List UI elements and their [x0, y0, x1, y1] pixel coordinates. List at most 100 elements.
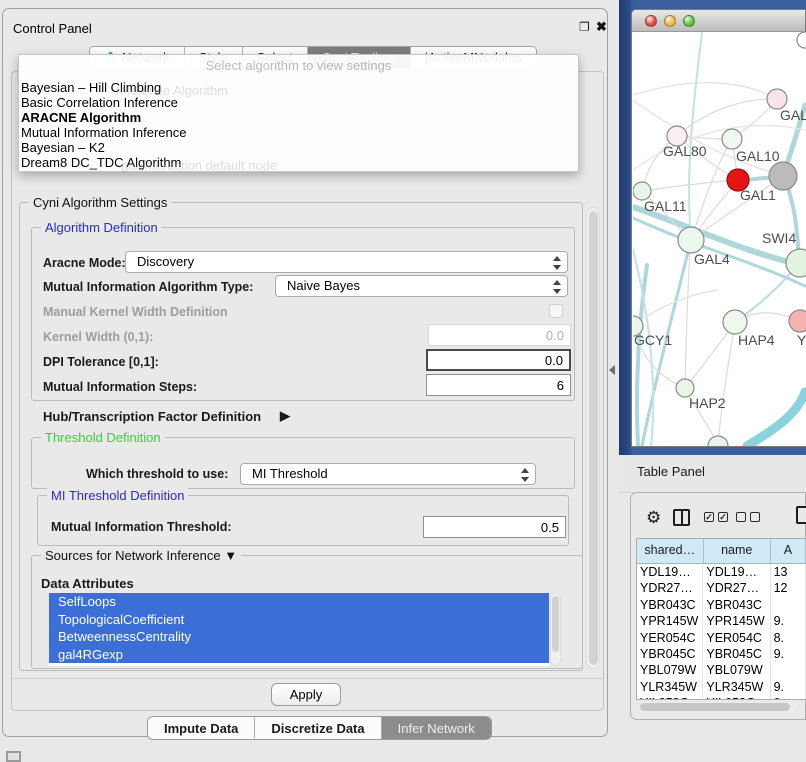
table-cell: YER054C — [703, 630, 770, 646]
table-cell: YBR043C — [637, 597, 703, 613]
tab-infer-network[interactable]: Infer Network — [382, 717, 491, 739]
tab-label: Discretize Data — [271, 721, 364, 736]
algorithm-option-aracne-algorithm[interactable]: ARACNE Algorithm — [21, 110, 571, 125]
combo-arrows-icon — [553, 279, 561, 295]
zoom-traffic-light-icon[interactable] — [683, 15, 695, 27]
aracne-mode-combo[interactable]: Discovery — [125, 251, 568, 273]
columns-icon[interactable] — [673, 509, 690, 526]
table-row[interactable]: YDR27…YDR27…12 — [637, 580, 806, 596]
network-node[interactable] — [767, 89, 787, 109]
table-row[interactable]: YER054CYER054C8. — [637, 630, 806, 646]
table-cell: YLR345W — [703, 679, 770, 695]
close-traffic-light-icon[interactable] — [645, 15, 657, 27]
unchecked-checkbox-icon[interactable] — [750, 512, 760, 522]
which-threshold-combo[interactable]: MI Threshold — [240, 463, 536, 485]
kernel-width-field[interactable] — [428, 324, 571, 346]
network-node[interactable] — [722, 129, 742, 149]
checked-checkbox-icon[interactable]: ✓ — [704, 512, 714, 522]
table-cell: YPR145W — [637, 613, 703, 629]
table-row[interactable]: YPR145WYPR145W9. — [637, 613, 806, 629]
group-title: Algorithm Definition — [41, 220, 162, 235]
table-row[interactable]: YIL052CYIL052C9. — [637, 695, 806, 700]
data-attribute-gal4rgexp[interactable]: gal4RGexp — [49, 646, 549, 664]
tab-discretize-data[interactable]: Discretize Data — [255, 717, 381, 739]
table-cell — [771, 597, 806, 613]
hub-expand-arrow-icon[interactable]: ▶ — [280, 408, 290, 424]
table-cell — [771, 662, 806, 678]
network-node[interactable] — [723, 310, 747, 334]
node-label-hap2: HAP2 — [689, 395, 726, 411]
table-cell: 12 — [771, 580, 806, 596]
network-canvas[interactable]: GALGAL80GAL10GAL1GAL11GAL4SWI4GCY1HAP4YH… — [633, 32, 806, 446]
panel-splitter-handle[interactable] — [609, 365, 615, 375]
table-cell: 9. — [771, 695, 806, 700]
dpi-tolerance-field[interactable] — [426, 349, 571, 371]
hub-definition-label[interactable]: Hub/Transcription Factor Definition — [43, 409, 261, 424]
float-window-icon[interactable]: ❐ — [579, 20, 590, 34]
network-edge[interactable] — [633, 83, 777, 99]
table-cell: YDL19… — [703, 564, 770, 580]
algorithm-option-basic-correlation-inference[interactable]: Basic Correlation Inference — [21, 95, 571, 110]
data-attribute-selfloops[interactable]: SelfLoops — [49, 593, 549, 611]
close-icon[interactable]: ✖ — [596, 19, 607, 35]
gear-icon[interactable]: ⚙ — [646, 508, 661, 528]
tab-impute-data[interactable]: Impute Data — [148, 717, 255, 739]
manual-kernel-checkbox[interactable] — [549, 304, 563, 318]
bottom-tabbar: Impute Data Discretize Data Infer Network — [147, 716, 492, 740]
apply-button[interactable]: Apply — [271, 683, 341, 706]
mi-threshold-field[interactable] — [423, 516, 566, 538]
network-node[interactable] — [708, 436, 728, 446]
algorithm-option-dream8-dc-tdc-algorithm[interactable]: Dream8 DC_TDC Algorithm — [21, 155, 571, 170]
data-attribute-topologicalcoefficient[interactable]: TopologicalCoefficient — [49, 611, 549, 629]
node-table: shared…nameA YDL19…YDL19…13YDR27…YDR27…1… — [636, 538, 806, 700]
column-header-shared[interactable]: shared… — [637, 539, 704, 563]
table-cell: YBL079W — [703, 662, 770, 678]
table-cell: YIL052C — [637, 695, 703, 700]
algorithm-option-bayesian-k2[interactable]: Bayesian – K2 — [21, 140, 571, 155]
network-node[interactable] — [769, 162, 797, 190]
panel-dock-icon[interactable] — [6, 751, 21, 762]
table-cell: YBR043C — [703, 597, 770, 613]
document-icon[interactable] — [796, 506, 806, 524]
table-row[interactable]: YBL079WYBL079W — [637, 662, 806, 678]
network-node[interactable] — [786, 249, 806, 277]
unchecked-checkbox-icon[interactable] — [736, 512, 746, 522]
network-node[interactable] — [797, 32, 806, 48]
table-hscrollbar-thumb[interactable] — [640, 703, 790, 711]
column-header-name[interactable]: name — [704, 539, 771, 563]
table-cell: YPR145W — [703, 613, 770, 629]
divider — [12, 678, 603, 679]
settings-scrollbar[interactable] — [586, 207, 600, 669]
aracne-mode-value: Discovery — [137, 254, 194, 269]
table-row[interactable]: YLR345WYLR345W9. — [637, 679, 806, 695]
combo-arrows-icon — [553, 255, 561, 271]
table-cell: YLR345W — [637, 679, 703, 695]
table-row[interactable]: YDL19…YDL19…13 — [637, 564, 806, 580]
settings-scrollbar-thumb[interactable] — [589, 211, 598, 665]
minimize-traffic-light-icon[interactable] — [664, 15, 676, 27]
mi-algorithm-type-combo[interactable]: Naive Bayes — [275, 275, 568, 297]
attr-list-scrollbar[interactable] — [550, 593, 561, 666]
network-node[interactable] — [789, 310, 806, 332]
node-label-gal1: GAL1 — [740, 187, 776, 203]
network-graph: GALGAL80GAL10GAL1GAL11GAL4SWI4GCY1HAP4YH… — [633, 32, 806, 446]
data-attribute-betweennesscentrality[interactable]: BetweennessCentrality — [49, 628, 549, 646]
network-window-titlebar[interactable] — [632, 10, 805, 32]
mi-steps-field[interactable] — [426, 374, 571, 396]
network-edge[interactable] — [747, 392, 805, 446]
dropdown-hint: Select algorithm to view settings — [19, 58, 578, 73]
algorithm-option-bayesian-hill-climbing[interactable]: Bayesian – Hill Climbing — [21, 80, 571, 95]
network-node[interactable] — [678, 227, 704, 253]
ghost-text: gal interaction default node — [121, 158, 277, 173]
manual-kernel-label: Manual Kernel Width Definition — [43, 305, 228, 319]
checked-checkbox-icon[interactable]: ✓ — [718, 512, 728, 522]
algorithm-option-mutual-information-inference[interactable]: Mutual Information Inference — [21, 125, 571, 140]
combo-arrows-icon — [521, 467, 529, 483]
ghost-text: Inference Algorithm — [116, 83, 228, 98]
table-row[interactable]: YBR045CYBR045C9. — [637, 646, 806, 662]
data-attributes-list[interactable]: SelfLoopsTopologicalCoefficientBetweenne… — [49, 593, 549, 666]
table-row[interactable]: YBR043CYBR043C — [637, 597, 806, 613]
node-label-gal80: GAL80 — [663, 143, 707, 159]
column-header-a[interactable]: A — [771, 539, 806, 563]
kernel-width-label: Kernel Width (0,1): — [43, 330, 153, 344]
